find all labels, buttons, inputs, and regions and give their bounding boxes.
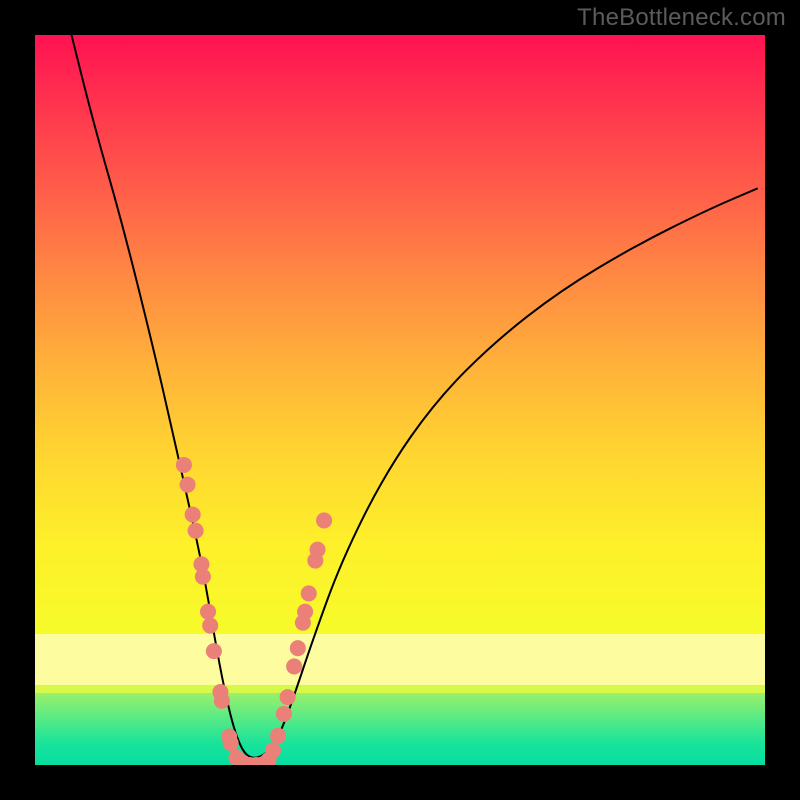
plot-area <box>35 35 765 765</box>
marker-dot <box>301 585 317 601</box>
marker-dot <box>297 604 313 620</box>
marker-dot <box>270 728 286 744</box>
marker-dot <box>176 457 192 473</box>
marker-dot <box>214 693 230 709</box>
marker-dot <box>290 640 306 656</box>
marker-dot <box>276 706 292 722</box>
marker-dot <box>195 569 211 585</box>
watermark-text: TheBottleneck.com <box>577 4 786 32</box>
marker-dot <box>265 742 281 758</box>
marker-dot <box>188 523 204 539</box>
marker-dot <box>223 735 239 751</box>
curve-layer <box>35 35 765 765</box>
curve-markers <box>176 457 332 765</box>
chart-frame: TheBottleneck.com <box>0 0 800 800</box>
marker-dot <box>206 643 222 659</box>
marker-dot <box>202 618 218 634</box>
marker-dot <box>309 542 325 558</box>
marker-dot <box>200 604 216 620</box>
marker-dot <box>286 658 302 674</box>
marker-dot <box>280 689 296 705</box>
bottleneck-curve <box>72 35 758 758</box>
marker-dot <box>185 507 201 523</box>
marker-dot <box>316 512 332 528</box>
marker-dot <box>180 477 196 493</box>
